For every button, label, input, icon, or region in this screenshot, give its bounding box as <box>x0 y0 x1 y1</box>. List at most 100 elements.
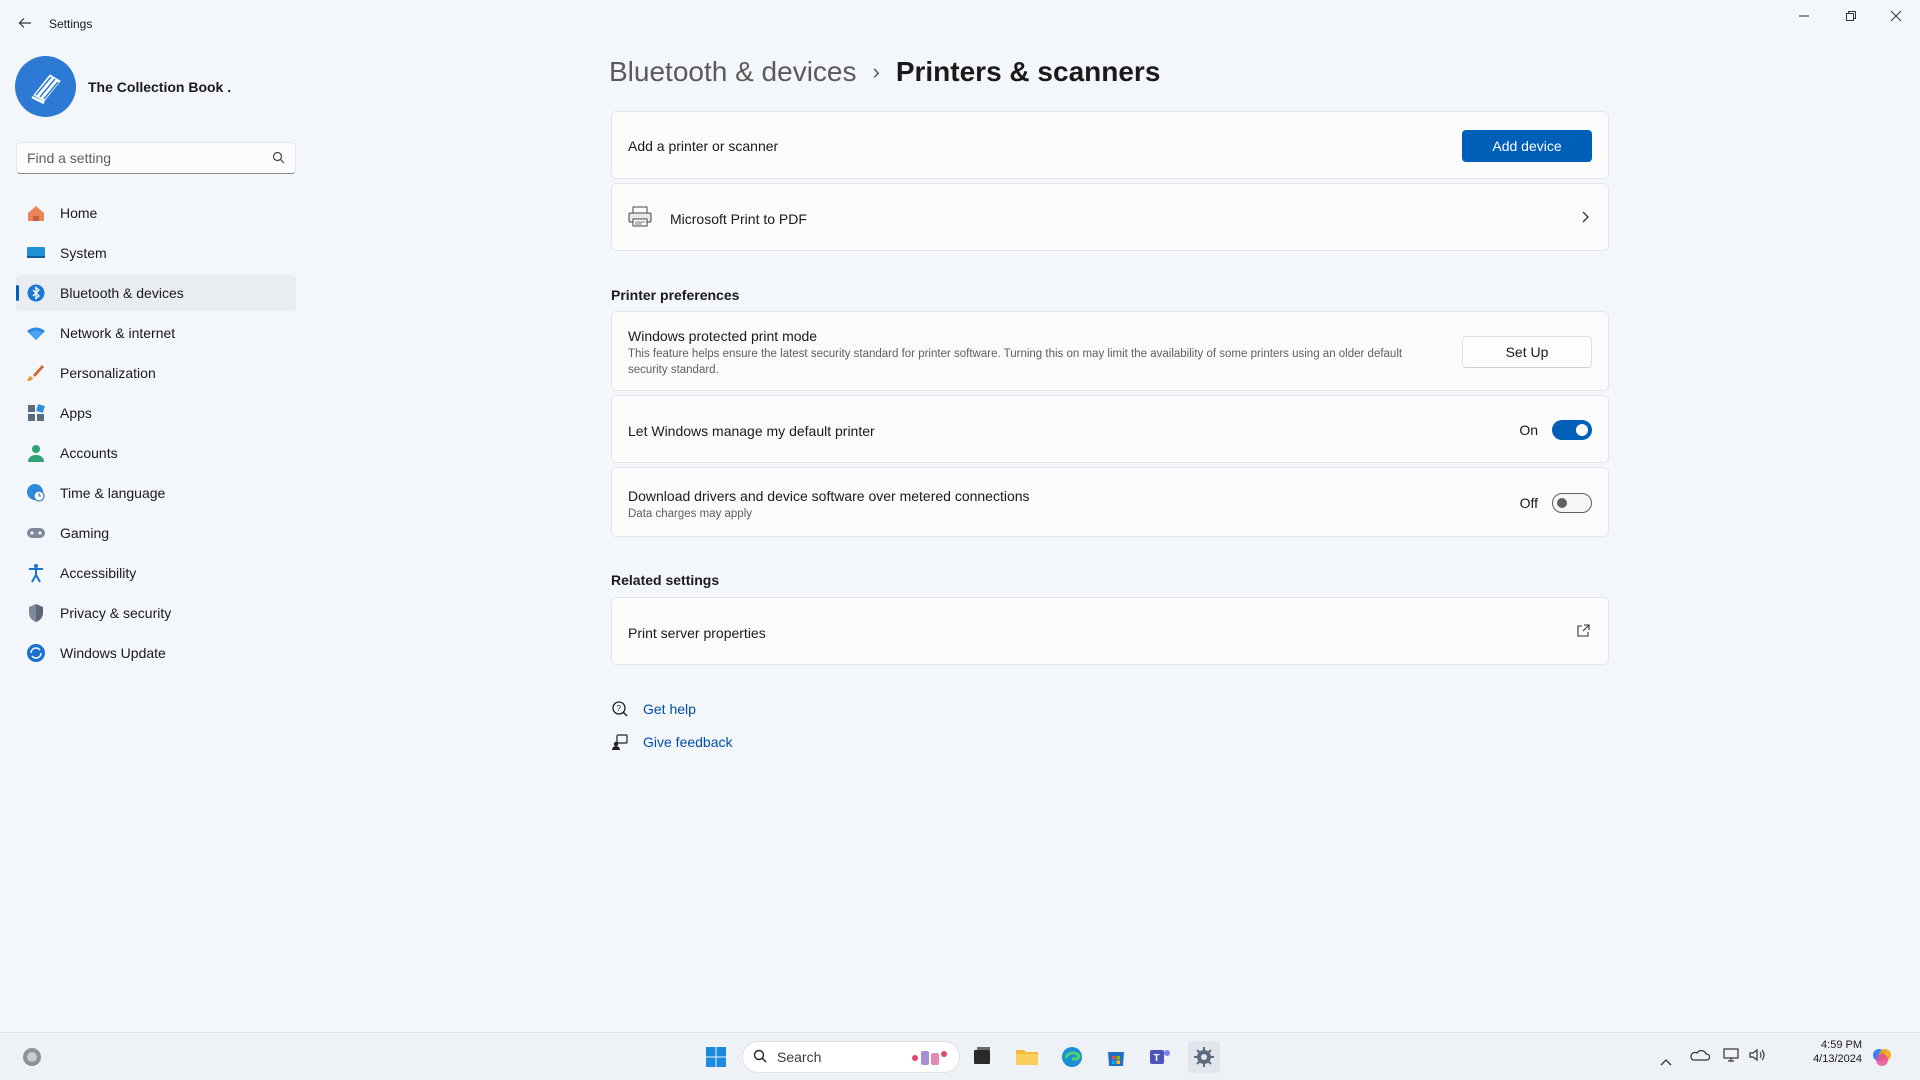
sidebar-item-label: Accessibility <box>60 565 137 581</box>
search-input[interactable] <box>17 143 257 173</box>
set-up-button[interactable]: Set Up <box>1462 336 1592 368</box>
breadcrumb-separator: › <box>872 59 880 84</box>
active-indicator <box>16 285 19 301</box>
section-title-printer-preferences: Printer preferences <box>611 287 740 303</box>
protected-print-mode-card: Windows protected print mode This featur… <box>611 311 1609 391</box>
protected-print-mode-title: Windows protected print mode <box>628 328 818 344</box>
close-button[interactable] <box>1873 6 1919 26</box>
sidebar-item-accounts[interactable]: Accounts <box>16 435 296 471</box>
toggle-knob <box>1557 498 1567 508</box>
globe-clock-icon <box>26 483 46 503</box>
sidebar-item-gaming[interactable]: Gaming <box>16 515 296 551</box>
back-button[interactable] <box>14 12 36 34</box>
give-feedback-link[interactable]: Give feedback <box>611 733 733 751</box>
metered-connections-title: Download drivers and device software ove… <box>628 488 1030 504</box>
folder-icon <box>1016 1050 1038 1065</box>
brush-icon <box>26 363 46 383</box>
copilot-button[interactable] <box>1870 1045 1894 1074</box>
manage-default-toggle-group: On <box>1519 420 1592 440</box>
get-help-link[interactable]: ? Get help <box>611 700 696 718</box>
taskbar: Search T 4:59 PM 4/13/2024 <box>0 1032 1920 1080</box>
manage-default-printer-card: Let Windows manage my default printer On <box>611 395 1609 463</box>
file-explorer-button[interactable] <box>1011 1041 1043 1073</box>
breadcrumb-parent[interactable]: Bluetooth & devices <box>609 56 857 88</box>
start-button[interactable] <box>700 1041 732 1073</box>
settings-search[interactable] <box>16 142 296 174</box>
clock-time: 4:59 PM <box>1821 1039 1862 1051</box>
metered-toggle[interactable] <box>1552 493 1592 513</box>
task-view-icon <box>974 1047 990 1064</box>
store-button[interactable] <box>1100 1041 1132 1073</box>
search-icon[interactable] <box>272 151 285 169</box>
add-device-button[interactable]: Add device <box>1462 130 1592 162</box>
restore-button[interactable] <box>1828 6 1874 26</box>
get-help-label[interactable]: Get help <box>643 701 696 717</box>
sidebar-item-windows-update[interactable]: Windows Update <box>16 635 296 671</box>
app-title: Settings <box>49 17 93 31</box>
sidebar-item-label: Bluetooth & devices <box>60 285 184 301</box>
sidebar-item-personalization[interactable]: Personalization <box>16 355 296 391</box>
printer-item[interactable]: Microsoft Print to PDF <box>611 183 1609 251</box>
sidebar-item-network[interactable]: Network & internet <box>16 315 296 351</box>
bluetooth-icon <box>26 283 46 303</box>
sidebar-item-label: Accounts <box>60 445 118 461</box>
breadcrumb: Bluetooth & devices › Printers & scanner… <box>609 56 1160 88</box>
edge-button[interactable] <box>1056 1041 1088 1073</box>
widgets-button[interactable] <box>16 1041 48 1073</box>
profile-name: The Collection Book . <box>88 78 232 95</box>
shield-icon <box>26 603 46 623</box>
update-icon <box>26 643 46 663</box>
sidebar-item-label: System <box>60 245 107 261</box>
sidebar-item-label: Home <box>60 205 98 221</box>
onedrive-icon[interactable] <box>1690 1047 1711 1068</box>
add-printer-label: Add a printer or scanner <box>628 138 779 154</box>
sidebar-item-system[interactable]: System <box>16 235 296 271</box>
restore-icon <box>1846 11 1856 21</box>
taskbar-search-label: Search <box>777 1049 822 1065</box>
sidebar-item-label: Network & internet <box>60 325 176 341</box>
sidebar-item-apps[interactable]: Apps <box>16 395 296 431</box>
print-server-properties-label: Print server properties <box>628 625 766 641</box>
taskbar-search[interactable]: Search <box>742 1041 960 1073</box>
svg-text:T: T <box>1154 1053 1160 1064</box>
sidebar-item-accessibility[interactable]: Accessibility <box>16 555 296 591</box>
sidebar-item-home[interactable]: Home <box>16 195 296 231</box>
chevron-right-icon <box>1580 210 1590 229</box>
minimize-button[interactable] <box>1781 6 1827 26</box>
toggle-state-label: On <box>1519 422 1538 438</box>
open-external-icon <box>1576 624 1590 643</box>
gear-icon <box>1194 1047 1214 1067</box>
profile[interactable]: The Collection Book . <box>15 56 231 117</box>
show-hidden-icons-button[interactable] <box>1660 1053 1672 1071</box>
give-feedback-label[interactable]: Give feedback <box>643 734 733 750</box>
page-title: Printers & scanners <box>895 56 1161 87</box>
sidebar-item-label: Personalization <box>60 365 156 381</box>
copilot-icon <box>1873 1049 1891 1066</box>
settings-app-button[interactable] <box>1188 1041 1220 1073</box>
widgets-icon <box>23 1048 41 1066</box>
feedback-icon <box>611 733 629 751</box>
toggle-knob <box>1576 424 1588 436</box>
store-icon <box>1108 1052 1124 1066</box>
task-view-button[interactable] <box>966 1041 998 1073</box>
teams-button[interactable]: T <box>1144 1041 1176 1073</box>
metered-toggle-group: Off <box>1520 493 1592 513</box>
sidebar-item-label: Apps <box>60 405 92 421</box>
manage-default-toggle[interactable] <box>1552 420 1592 440</box>
accessibility-icon <box>26 563 46 583</box>
avatar <box>15 56 76 117</box>
sidebar-item-label: Windows Update <box>60 645 166 661</box>
metered-connections-card: Download drivers and device software ove… <box>611 467 1609 537</box>
close-icon <box>1890 10 1902 22</box>
sidebar-item-time-language[interactable]: Time & language <box>16 475 296 511</box>
print-server-properties-item[interactable]: Print server properties <box>611 597 1609 665</box>
clock[interactable]: 4:59 PM 4/13/2024 <box>1778 1038 1862 1066</box>
sidebar-item-privacy[interactable]: Privacy & security <box>16 595 296 631</box>
sidebar-item-bluetooth[interactable]: Bluetooth & devices <box>16 275 296 311</box>
volume-icon[interactable] <box>1748 1047 1766 1068</box>
windows-logo-icon <box>706 1047 726 1067</box>
chevron-up-icon <box>1660 1059 1672 1066</box>
network-icon[interactable] <box>1722 1047 1740 1068</box>
protected-print-mode-description: This feature helps ensure the latest sec… <box>628 348 1403 376</box>
clock-date: 4/13/2024 <box>1813 1053 1862 1065</box>
